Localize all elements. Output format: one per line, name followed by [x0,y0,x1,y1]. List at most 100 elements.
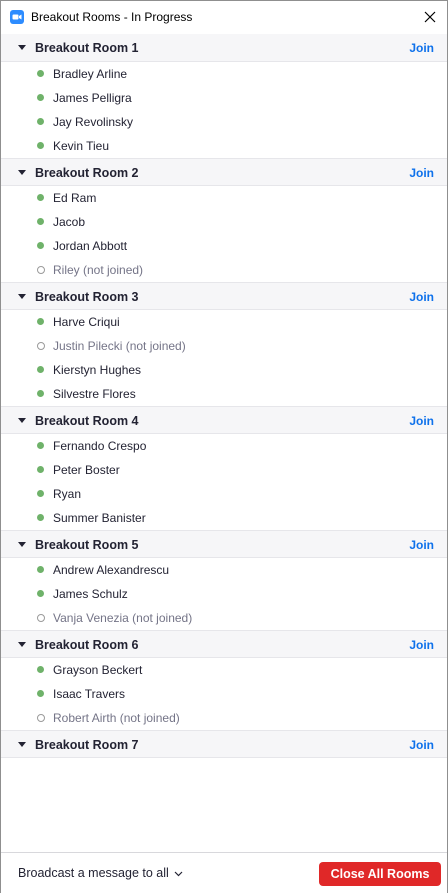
room-name: Breakout Room 4 [35,414,139,428]
joined-status-dot [37,218,44,225]
member-name: Jacob [53,215,86,229]
member-item: Peter Boster [1,458,447,482]
joined-status-dot [37,490,44,497]
member-name: Jay Revolinsky [53,115,134,129]
not-joined-status-dot [37,266,45,274]
join-button[interactable]: Join [409,537,434,553]
footer-bar: Broadcast a message to all Close All Roo… [1,852,447,893]
member-name: Isaac Travers [53,687,126,701]
room-name: Breakout Room 5 [35,538,139,552]
not-joined-status-dot [37,342,45,350]
member-item: Isaac Travers [1,682,447,706]
member-name: Harve Criqui [53,315,120,329]
member-list: Bradley Arline James Pelligra Jay Revoli… [1,62,447,158]
room-header[interactable]: Breakout Room 3 Join [1,282,447,310]
join-button[interactable]: Join [409,40,434,56]
close-icon[interactable] [420,7,440,27]
member-item: James Pelligra [1,86,447,110]
member-name: Kierstyn Hughes [53,363,142,377]
joined-status-dot [37,142,44,149]
broadcast-dropdown[interactable]: Broadcast a message to all [18,865,183,881]
member-item: Robert Airth (not joined) [1,706,447,730]
breakout-rooms-window: Breakout Rooms - In Progress Breakout Ro… [0,0,448,893]
member-item: Summer Banister [1,506,447,530]
member-name: Peter Boster [53,463,120,477]
not-joined-status-dot [37,714,45,722]
member-list: Andrew Alexandrescu James Schulz Vanja V… [1,558,447,630]
joined-status-dot [37,442,44,449]
member-name: Jordan Abbott [53,239,128,253]
room-header[interactable]: Breakout Room 1 Join [1,34,447,62]
member-name: Ed Ram [53,191,97,205]
member-item: Jacob [1,210,447,234]
join-button[interactable]: Join [409,737,434,753]
room-name: Breakout Room 2 [35,166,139,180]
member-item: Ed Ram [1,186,447,210]
joined-status-dot [37,318,44,325]
joined-status-dot [37,70,44,77]
collapse-caret-icon[interactable] [18,418,26,423]
member-list: Harve Criqui Justin Pilecki (not joined)… [1,310,447,406]
member-item: Andrew Alexandrescu [1,558,447,582]
join-button[interactable]: Join [409,289,434,305]
member-name: Kevin Tieu [53,139,110,153]
member-list: Ed Ram Jacob Jordan Abbott Riley (not jo… [1,186,447,282]
join-button[interactable]: Join [409,165,434,181]
member-name: James Schulz [53,587,128,601]
joined-status-dot [37,466,44,473]
joined-status-dot [37,118,44,125]
member-name: Fernando Crespo [53,439,147,453]
room-header[interactable]: Breakout Room 2 Join [1,158,447,186]
zoom-camera-icon [10,10,24,24]
chevron-down-icon [174,871,183,877]
collapse-caret-icon[interactable] [18,542,26,547]
joined-status-dot [37,366,44,373]
member-item: Vanja Venezia (not joined) [1,606,447,630]
collapse-caret-icon[interactable] [18,170,26,175]
member-name: Vanja Venezia (not joined) [53,611,193,625]
member-name: James Pelligra [53,91,132,105]
joined-status-dot [37,194,44,201]
collapse-caret-icon[interactable] [18,642,26,647]
joined-status-dot [37,390,44,397]
room-header[interactable]: Breakout Room 4 Join [1,406,447,434]
join-button[interactable]: Join [409,413,434,429]
join-button[interactable]: Join [409,637,434,653]
member-name: Andrew Alexandrescu [53,563,170,577]
member-item: James Schulz [1,582,447,606]
member-name: Justin Pilecki (not joined) [53,339,186,353]
member-name: Summer Banister [53,511,146,525]
joined-status-dot [37,242,44,249]
member-item: Ryan [1,482,447,506]
member-item: Fernando Crespo [1,434,447,458]
collapse-caret-icon[interactable] [18,742,26,747]
room-header[interactable]: Breakout Room 7 Join [1,730,447,758]
member-name: Robert Airth (not joined) [53,711,180,725]
member-name: Silvestre Flores [53,387,136,401]
member-item: Jay Revolinsky [1,110,447,134]
room-name: Breakout Room 7 [35,738,139,752]
joined-status-dot [37,514,44,521]
member-name: Ryan [53,487,82,501]
member-name: Riley (not joined) [53,263,144,277]
room-header[interactable]: Breakout Room 5 Join [1,530,447,558]
member-item: Kevin Tieu [1,134,447,158]
broadcast-label: Broadcast a message to all [18,866,169,880]
member-item: Bradley Arline [1,62,447,86]
room-header[interactable]: Breakout Room 6 Join [1,630,447,658]
close-all-rooms-button[interactable]: Close All Rooms [319,862,441,886]
collapse-caret-icon[interactable] [18,45,26,50]
room-name: Breakout Room 6 [35,638,139,652]
room-name: Breakout Room 3 [35,290,139,304]
collapse-caret-icon[interactable] [18,294,26,299]
member-list: Grayson Beckert Isaac Travers Robert Air… [1,658,447,730]
not-joined-status-dot [37,614,45,622]
room-name: Breakout Room 1 [35,41,139,55]
joined-status-dot [37,690,44,697]
joined-status-dot [37,590,44,597]
member-item: Grayson Beckert [1,658,447,682]
member-item: Silvestre Flores [1,382,447,406]
member-item: Justin Pilecki (not joined) [1,334,447,358]
member-name: Bradley Arline [53,67,128,81]
member-item: Harve Criqui [1,310,447,334]
